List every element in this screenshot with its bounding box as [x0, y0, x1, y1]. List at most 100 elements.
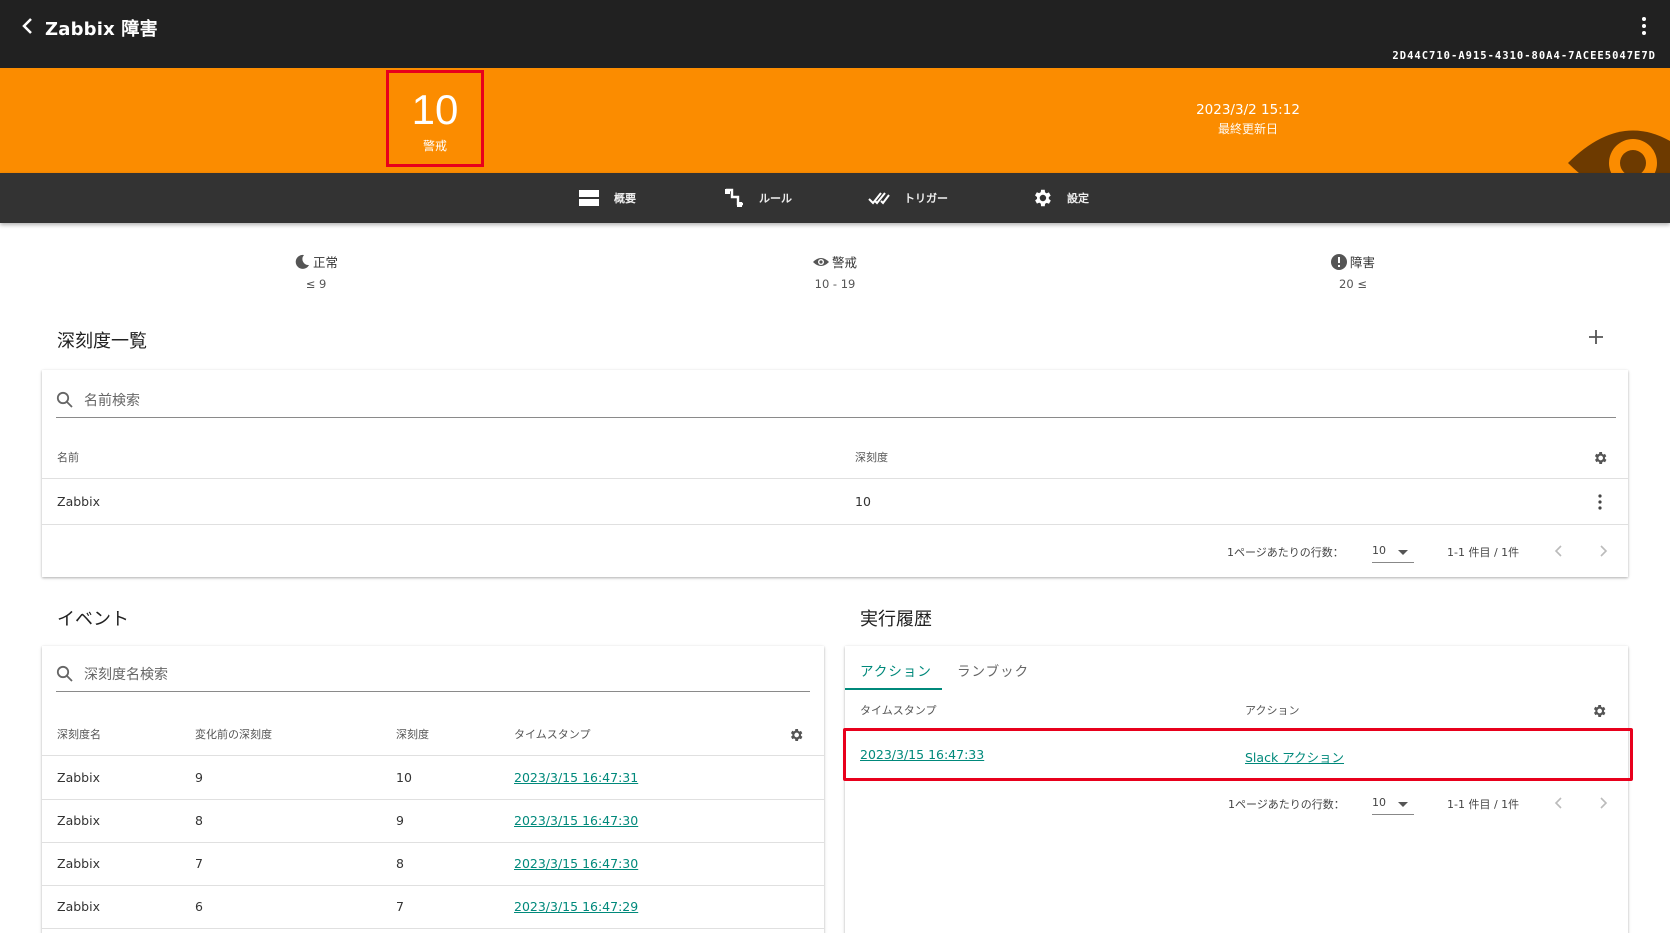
- event-row-name: Zabbix: [57, 899, 100, 914]
- divider: [42, 478, 1628, 479]
- column-header-severity-name[interactable]: 深刻度名: [57, 726, 101, 742]
- caret-down-icon: [1398, 802, 1408, 807]
- event-row-timestamp-link[interactable]: 2023/3/15 16:47:29: [514, 899, 638, 914]
- last-updated-date: 2023/3/2 15:12: [1196, 102, 1300, 118]
- event-row-timestamp-link[interactable]: 2023/3/15 16:47:30: [514, 856, 638, 871]
- settings-gear-icon: [1035, 189, 1051, 207]
- events-title: イベント: [57, 609, 129, 630]
- rows-per-page-select[interactable]: 10: [1372, 793, 1414, 815]
- caret-down-icon: [1398, 550, 1408, 555]
- page-title: Zabbix 障害: [45, 19, 158, 40]
- history-row-highlight: [843, 728, 1633, 781]
- active-tab-indicator: [845, 688, 942, 690]
- severity-search-input[interactable]: [84, 388, 1488, 414]
- threshold-warning-label: 警戒: [831, 255, 857, 270]
- row-more-vert-icon[interactable]: [1591, 493, 1609, 511]
- alert-circle-icon: [1330, 253, 1347, 270]
- service-uuid: 2D44C710-A915-4310-80A4-7ACEE5047E7D: [1392, 50, 1656, 62]
- search-icon: [56, 391, 73, 408]
- app-bar: Zabbix 障害 2D44C710-A915-4310-80A4-7ACEE5…: [0, 0, 1670, 68]
- current-level-value: 10: [411, 86, 459, 133]
- eye-watermark-icon: [1568, 130, 1670, 173]
- divider: [42, 755, 824, 756]
- divider: [42, 885, 824, 886]
- threshold-warning-range: 10 - 19: [814, 277, 856, 291]
- more-vert-icon[interactable]: [1632, 14, 1656, 38]
- rows-per-page-label: 1ページあたりの行数：: [1227, 546, 1344, 559]
- severity-row-name: Zabbix: [57, 494, 100, 509]
- event-row-timestamp-link[interactable]: 2023/3/15 16:47:30: [514, 813, 638, 828]
- last-updated-label: 最終更新日: [1217, 122, 1278, 136]
- back-arrow-icon[interactable]: [16, 14, 40, 38]
- event-row-severity: 9: [396, 813, 404, 828]
- nav-settings[interactable]: 設定: [1031, 186, 1089, 210]
- history-title: 実行履歴: [860, 609, 932, 630]
- event-search-input[interactable]: [84, 662, 763, 688]
- column-header-timestamp[interactable]: タイムスタンプ: [514, 726, 590, 742]
- column-header-timestamp[interactable]: タイムスタンプ: [860, 702, 936, 718]
- event-row-before: 9: [195, 770, 203, 785]
- events-card: 深刻度名 変化前の深刻度 深刻度 タイムスタンプ Zabbix 9 10 202…: [42, 646, 824, 933]
- event-row-severity: 8: [396, 856, 404, 871]
- event-row-name: Zabbix: [57, 770, 100, 785]
- severity-pagination: 1ページあたりの行数： 10 1-1 件目 / 1件: [42, 530, 1628, 570]
- threshold-normal-range: ≤ 9: [305, 277, 327, 291]
- divider: [42, 799, 824, 800]
- column-header-previous-severity[interactable]: 変化前の深刻度: [195, 726, 272, 742]
- event-row-name: Zabbix: [57, 856, 100, 871]
- severity-list-title: 深刻度一覧: [57, 331, 147, 352]
- moon-icon: [295, 254, 309, 269]
- event-row-name: Zabbix: [57, 813, 100, 828]
- tab-actions[interactable]: アクション: [860, 660, 932, 680]
- nav-triggers[interactable]: トリガー: [868, 186, 948, 210]
- threshold-failure-range: 20 ≤: [1339, 277, 1367, 291]
- severity-row-value: 10: [855, 494, 871, 509]
- chevron-right-icon[interactable]: [1595, 543, 1611, 559]
- nav-rules-label: ルール: [759, 192, 792, 205]
- add-icon[interactable]: [1587, 328, 1605, 346]
- rows-per-page-value: 10: [1372, 544, 1386, 557]
- event-row-timestamp-link[interactable]: 2023/3/15 16:47:31: [514, 770, 638, 785]
- nav-rules[interactable]: ルール: [723, 186, 792, 210]
- rows-per-page-label: 1ページあたりの行数：: [1228, 798, 1345, 811]
- threshold-failure: 障害 20 ≤: [1293, 252, 1413, 291]
- nav-overview[interactable]: 概要: [578, 186, 636, 210]
- history-card: アクション ランブック タイムスタンプ アクション 2023/3/15 16:4…: [845, 646, 1628, 933]
- current-level-label: 警戒: [422, 139, 447, 153]
- threshold-normal-label: 正常: [312, 255, 338, 270]
- chevron-left-icon[interactable]: [1551, 543, 1567, 559]
- last-updated: 2023/3/2 15:12 最終更新日: [1148, 102, 1348, 137]
- column-settings-gear-icon[interactable]: [788, 727, 804, 743]
- eye-icon: [812, 257, 829, 266]
- divider: [42, 524, 1628, 525]
- rows-per-page-select[interactable]: 10: [1372, 541, 1414, 563]
- search-icon: [56, 665, 73, 682]
- column-header-severity[interactable]: 深刻度: [396, 726, 429, 742]
- event-row-severity: 10: [396, 770, 412, 785]
- nav-settings-label: 設定: [1067, 192, 1089, 205]
- overview-icon: [579, 190, 599, 206]
- rows-per-page-value: 10: [1372, 796, 1386, 809]
- section-nav: 概要 ルール トリガー 設定: [0, 173, 1670, 223]
- chevron-right-icon[interactable]: [1595, 795, 1611, 811]
- column-settings-gear-icon[interactable]: [1592, 450, 1608, 466]
- severity-search: [56, 388, 1616, 418]
- tab-runbooks[interactable]: ランブック: [957, 660, 1029, 680]
- column-header-action[interactable]: アクション: [1245, 702, 1299, 718]
- threshold-normal: 正常 ≤ 9: [256, 252, 376, 291]
- current-level-box: 10 警戒: [386, 70, 484, 167]
- nav-overview-label: 概要: [614, 192, 636, 205]
- column-settings-gear-icon[interactable]: [1591, 703, 1607, 719]
- event-row-before: 7: [195, 856, 203, 871]
- trigger-icon: [868, 192, 890, 205]
- column-header-name[interactable]: 名前: [57, 449, 79, 465]
- chevron-left-icon[interactable]: [1551, 795, 1567, 811]
- severity-list-card: 名前 深刻度 Zabbix 10 1ページあたりの行数： 10 1-1 件目 /…: [42, 370, 1628, 577]
- history-pagination: 1ページあたりの行数： 10 1-1 件目 / 1件: [845, 782, 1628, 822]
- status-banner: 10 警戒 2023/3/2 15:12 最終更新日: [0, 68, 1670, 173]
- history-tabs: アクション ランブック: [845, 646, 1628, 691]
- page-range: 1-1 件目 / 1件: [1447, 546, 1520, 559]
- column-header-severity[interactable]: 深刻度: [855, 449, 888, 465]
- divider: [42, 842, 824, 843]
- divider: [42, 928, 824, 929]
